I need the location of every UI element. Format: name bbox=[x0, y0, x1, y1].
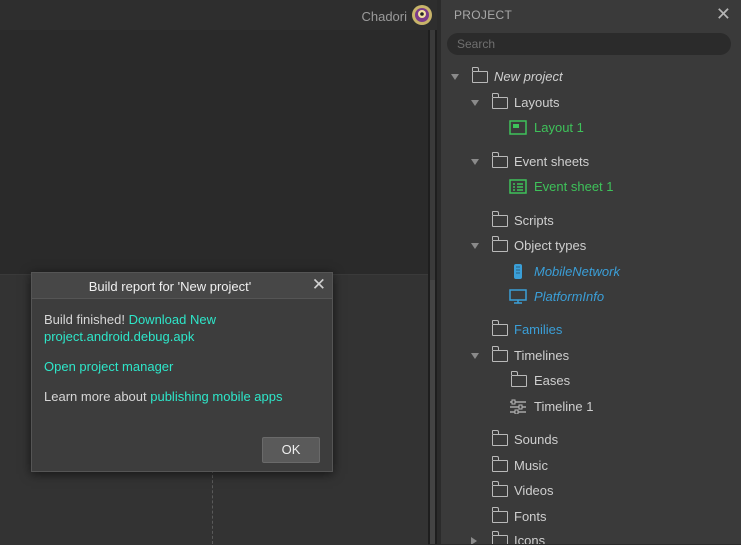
folder-icon bbox=[491, 236, 508, 252]
learn-more-text: Learn more about bbox=[44, 389, 151, 404]
expand-arrow-icon[interactable] bbox=[471, 243, 479, 249]
folder-icon bbox=[491, 211, 508, 227]
tree-label: Icons bbox=[514, 533, 546, 544]
folder-icon bbox=[491, 346, 508, 362]
tree-item-videos[interactable]: Videos bbox=[471, 481, 731, 501]
build-finished-text: Build finished! bbox=[44, 312, 129, 327]
tree-item-fonts[interactable]: Fonts bbox=[471, 507, 731, 527]
tree-label: Object types bbox=[514, 238, 587, 253]
tree-label: Fonts bbox=[514, 509, 547, 524]
folder-icon bbox=[510, 371, 527, 387]
tree-item-object-types[interactable]: Object types bbox=[471, 236, 731, 256]
tree-item-timelines[interactable]: Timelines bbox=[471, 346, 731, 366]
username-label[interactable]: Chadori bbox=[361, 9, 407, 24]
tree-label: Sounds bbox=[514, 432, 559, 447]
tree-item-event-sheets[interactable]: Event sheets bbox=[471, 152, 731, 172]
folder-icon bbox=[491, 93, 508, 109]
tree-item-icons[interactable]: Icons bbox=[471, 531, 731, 544]
project-panel: PROJECT ✕ New project Layouts Layout 1 E… bbox=[441, 0, 741, 544]
tree-label: Layout 1 bbox=[534, 120, 584, 135]
search-input[interactable] bbox=[447, 33, 731, 55]
timeline-icon bbox=[510, 399, 526, 414]
folder-icon bbox=[491, 481, 508, 497]
folder-icon bbox=[491, 430, 508, 446]
avatar-icon[interactable] bbox=[411, 4, 433, 26]
tree-label: Timeline 1 bbox=[534, 399, 594, 414]
tree-label: Layouts bbox=[514, 95, 560, 110]
tree-label: MobileNetwork bbox=[534, 264, 620, 279]
splitter-track bbox=[430, 280, 435, 544]
tree-item-families[interactable]: Families bbox=[471, 320, 731, 340]
folder-icon bbox=[491, 507, 508, 523]
folder-icon bbox=[491, 320, 508, 336]
expand-arrow-icon[interactable] bbox=[471, 100, 479, 106]
close-icon[interactable]: ✕ bbox=[312, 275, 326, 295]
layout-icon bbox=[509, 120, 527, 135]
expand-arrow-icon[interactable] bbox=[471, 353, 479, 359]
folder-icon bbox=[491, 531, 508, 544]
dialog-title: Build report for 'New project' bbox=[88, 279, 252, 294]
top-bar: Chadori bbox=[0, 0, 437, 30]
folder-icon bbox=[491, 456, 508, 472]
folder-icon bbox=[491, 152, 508, 168]
tree-label: New project bbox=[494, 69, 563, 84]
event-sheet-icon bbox=[509, 179, 527, 194]
collapsed-arrow-icon[interactable] bbox=[471, 537, 477, 544]
ok-button[interactable]: OK bbox=[262, 437, 320, 463]
tree-item-scripts[interactable]: Scripts bbox=[471, 211, 731, 231]
dialog-header: Build report for 'New project' ✕ bbox=[32, 273, 332, 299]
tree-item-layout-1[interactable]: Layout 1 bbox=[509, 118, 729, 138]
tree-item-sounds[interactable]: Sounds bbox=[471, 430, 731, 450]
expand-arrow-icon[interactable] bbox=[471, 159, 479, 165]
tree-label: Event sheets bbox=[514, 154, 590, 169]
folder-icon bbox=[471, 67, 488, 83]
dialog-body: Build finished! Download New project.and… bbox=[44, 311, 324, 405]
panel-title: PROJECT bbox=[454, 8, 513, 22]
layout-boundary-line bbox=[212, 470, 213, 544]
tree-label: Videos bbox=[514, 483, 554, 498]
tree-label: Event sheet 1 bbox=[534, 179, 614, 194]
tree-label: PlatformInfo bbox=[534, 289, 605, 304]
tree-item-platform-info[interactable]: PlatformInfo bbox=[509, 287, 729, 307]
platform-info-icon bbox=[509, 289, 527, 304]
mobile-network-icon bbox=[514, 264, 522, 279]
tree-item-layouts[interactable]: Layouts bbox=[471, 93, 731, 113]
tree-label: Families bbox=[514, 322, 563, 337]
tree-label: Eases bbox=[534, 373, 571, 388]
tree-item-mobile-network[interactable]: MobileNetwork bbox=[509, 262, 729, 282]
tree-item-root[interactable]: New project bbox=[451, 67, 731, 87]
close-icon[interactable]: ✕ bbox=[716, 4, 731, 25]
tree-label: Timelines bbox=[514, 348, 570, 363]
layout-canvas[interactable] bbox=[0, 30, 428, 274]
tree-item-music[interactable]: Music bbox=[471, 456, 731, 476]
expand-arrow-icon[interactable] bbox=[451, 74, 459, 80]
open-project-manager-link[interactable]: Open project manager bbox=[44, 359, 173, 374]
build-status-line: Build finished! Download New project.and… bbox=[44, 311, 244, 345]
tree-item-timeline-1[interactable]: Timeline 1 bbox=[509, 397, 729, 417]
tree-item-event-sheet-1[interactable]: Event sheet 1 bbox=[509, 177, 729, 197]
tree-label: Music bbox=[514, 458, 548, 473]
tree-item-eases[interactable]: Eases bbox=[491, 371, 731, 391]
tree-label: Scripts bbox=[514, 213, 554, 228]
splitter-thumb[interactable] bbox=[430, 30, 435, 280]
publishing-mobile-apps-link[interactable]: publishing mobile apps bbox=[150, 389, 282, 404]
build-report-dialog: Build report for 'New project' ✕ Build f… bbox=[31, 272, 333, 472]
